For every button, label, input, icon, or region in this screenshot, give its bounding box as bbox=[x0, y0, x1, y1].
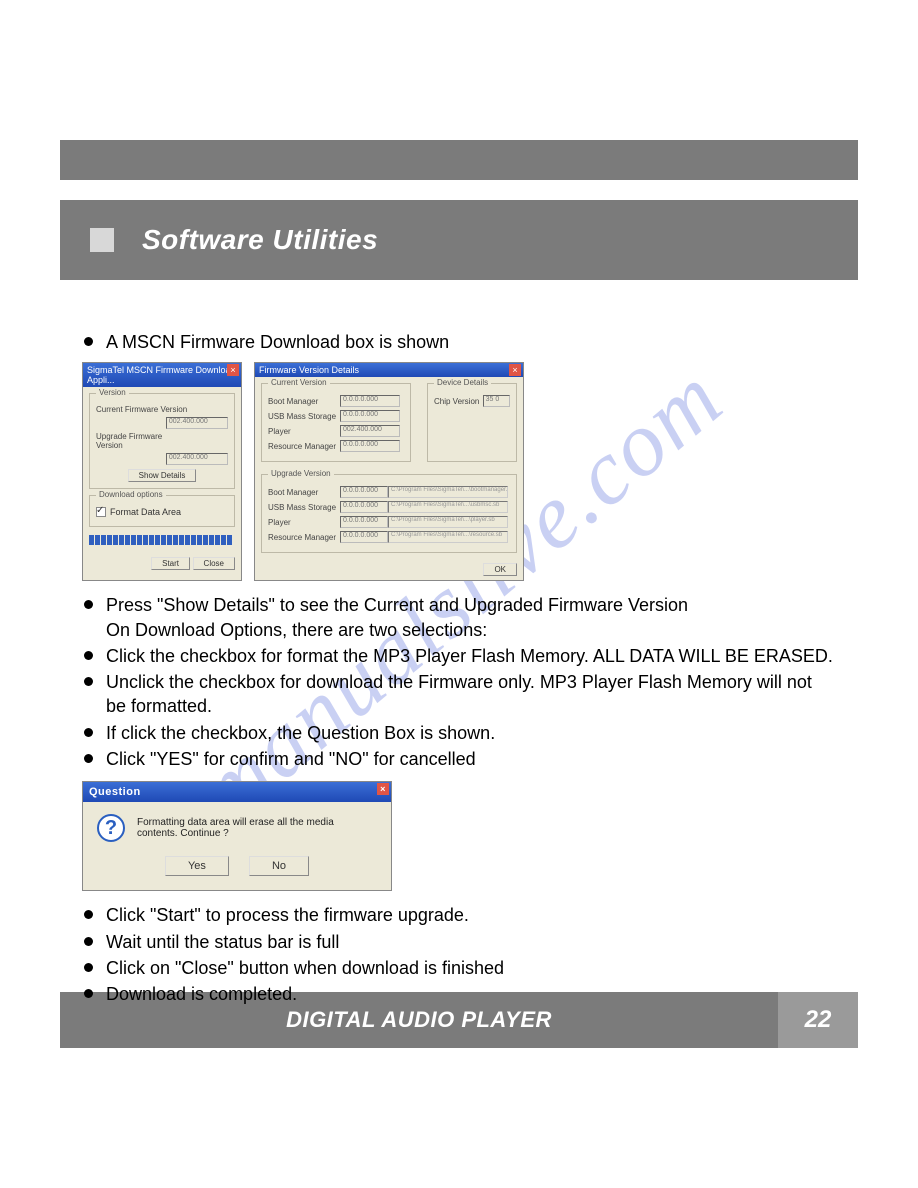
close-icon[interactable]: × bbox=[377, 783, 389, 795]
bullet-item: Click the checkbox for format the MP3 Pl… bbox=[82, 644, 836, 668]
progress-bar bbox=[89, 535, 235, 545]
checkbox-label: Format Data Area bbox=[110, 507, 181, 517]
bullet-item: Click "Start" to process the firmware up… bbox=[82, 903, 836, 927]
usbmass-label: USB Mass Storage bbox=[268, 503, 340, 512]
bullet-item: Press "Show Details" to see the Current … bbox=[82, 593, 836, 642]
screenshot-row: SigmaTel MSCN Firmware Download Appli...… bbox=[82, 362, 836, 581]
bullet-item: If click the checkbox, the Question Box … bbox=[82, 721, 836, 745]
upgrade-fw-label: Upgrade Firmware Version bbox=[96, 432, 188, 450]
bullet-item: Download is completed. bbox=[82, 982, 836, 1006]
resmgr-path: C:\Program Files\SigmaTel\...\resource.s… bbox=[388, 531, 508, 543]
group-legend: Version bbox=[96, 388, 129, 397]
current-version-group: Current Version Boot Manager0.0.0.0.000 … bbox=[261, 383, 411, 462]
chip-version-value: 35 0 bbox=[483, 395, 510, 407]
bullet-item: A MSCN Firmware Download box is shown bbox=[82, 330, 836, 354]
group-legend: Download options bbox=[96, 490, 166, 499]
close-icon[interactable]: × bbox=[509, 364, 521, 376]
dialog-title: Question bbox=[89, 786, 141, 798]
chip-version-label: Chip Version bbox=[434, 397, 483, 406]
dialog-titlebar: SigmaTel MSCN Firmware Download Appli...… bbox=[83, 363, 241, 387]
dialog-titlebar: Firmware Version Details × bbox=[255, 363, 523, 377]
resmgr-label: Resource Manager bbox=[268, 442, 340, 451]
bullet-item: Wait until the status bar is full bbox=[82, 930, 836, 954]
group-legend: Current Version bbox=[268, 378, 330, 387]
version-group: Version Current Firmware Version 002.400… bbox=[89, 393, 235, 489]
usbmass-label: USB Mass Storage bbox=[268, 412, 340, 421]
bootmgr-path: C:\Program Files\SigmaTel\...\bootmanage… bbox=[388, 486, 508, 498]
bullet-item: Unclick the checkbox for download the Fi… bbox=[82, 670, 836, 719]
header-title: Software Utilities bbox=[142, 224, 378, 256]
resmgr-value: 0.0.0.0.000 bbox=[340, 440, 400, 452]
bootmgr-value: 0.0.0.0.000 bbox=[340, 395, 400, 407]
bootmgr-label: Boot Manager bbox=[268, 397, 340, 406]
player-path: C:\Program Files\SigmaTel\...\player.sb bbox=[388, 516, 508, 528]
current-fw-label: Current Firmware Version bbox=[96, 405, 188, 414]
bootmgr-upg-value: 0.0.0.0.000 bbox=[340, 486, 388, 498]
firmware-details-dialog: Firmware Version Details × Current Versi… bbox=[254, 362, 524, 581]
bootmgr-label: Boot Manager bbox=[268, 488, 340, 497]
player-upg-value: 0.0.0.0.000 bbox=[340, 516, 388, 528]
firmware-download-dialog: SigmaTel MSCN Firmware Download Appli...… bbox=[82, 362, 242, 581]
header-square-icon bbox=[90, 228, 114, 252]
close-icon[interactable]: × bbox=[227, 364, 239, 376]
no-button[interactable]: No bbox=[249, 856, 309, 876]
question-dialog: Question × ? Formatting data area will e… bbox=[82, 781, 392, 891]
resmgr-upg-value: 0.0.0.0.000 bbox=[340, 531, 388, 543]
ok-button[interactable]: OK bbox=[483, 563, 517, 576]
download-options-group: Download options Format Data Area bbox=[89, 495, 235, 527]
start-button[interactable]: Start bbox=[151, 557, 190, 570]
dialog-titlebar: Question × bbox=[83, 782, 391, 802]
yes-button[interactable]: Yes bbox=[165, 856, 229, 876]
show-details-button[interactable]: Show Details bbox=[128, 469, 197, 482]
top-strip bbox=[60, 140, 858, 180]
resmgr-label: Resource Manager bbox=[268, 533, 340, 542]
content: A MSCN Firmware Download box is shown Si… bbox=[82, 330, 836, 1015]
group-legend: Upgrade Version bbox=[268, 469, 334, 478]
bullet-item: Click "YES" for confirm and "NO" for can… bbox=[82, 747, 836, 771]
question-icon: ? bbox=[97, 814, 125, 842]
player-label: Player bbox=[268, 518, 340, 527]
usbmass-value: 0.0.0.0.000 bbox=[340, 410, 400, 422]
device-details-group: Device Details Chip Version35 0 bbox=[427, 383, 517, 462]
question-message: Formatting data area will erase all the … bbox=[137, 817, 377, 839]
bullet-item: Click on "Close" button when download is… bbox=[82, 956, 836, 980]
upgrade-version-group: Upgrade Version Boot Manager0.0.0.0.000C… bbox=[261, 474, 517, 553]
close-button[interactable]: Close bbox=[193, 557, 235, 570]
usbmass-path: C:\Program Files\SigmaTel\...\usbmsc.sb bbox=[388, 501, 508, 513]
bullets-middle: Press "Show Details" to see the Current … bbox=[82, 593, 836, 771]
bullets-end: Click "Start" to process the firmware up… bbox=[82, 903, 836, 1006]
group-legend: Device Details bbox=[434, 378, 491, 387]
header-bar: Software Utilities bbox=[60, 200, 858, 280]
bullets-intro: A MSCN Firmware Download box is shown bbox=[82, 330, 836, 354]
current-fw-value: 002.400.000 bbox=[166, 417, 228, 429]
format-data-checkbox[interactable]: Format Data Area bbox=[96, 507, 228, 517]
player-label: Player bbox=[268, 427, 340, 436]
upgrade-fw-value: 002.400.000 bbox=[166, 453, 228, 465]
checkbox-icon bbox=[96, 507, 106, 517]
dialog-title: SigmaTel MSCN Firmware Download Appli... bbox=[87, 365, 236, 385]
player-value: 002.400.000 bbox=[340, 425, 400, 437]
usbmass-upg-value: 0.0.0.0.000 bbox=[340, 501, 388, 513]
dialog-title: Firmware Version Details bbox=[259, 365, 359, 375]
